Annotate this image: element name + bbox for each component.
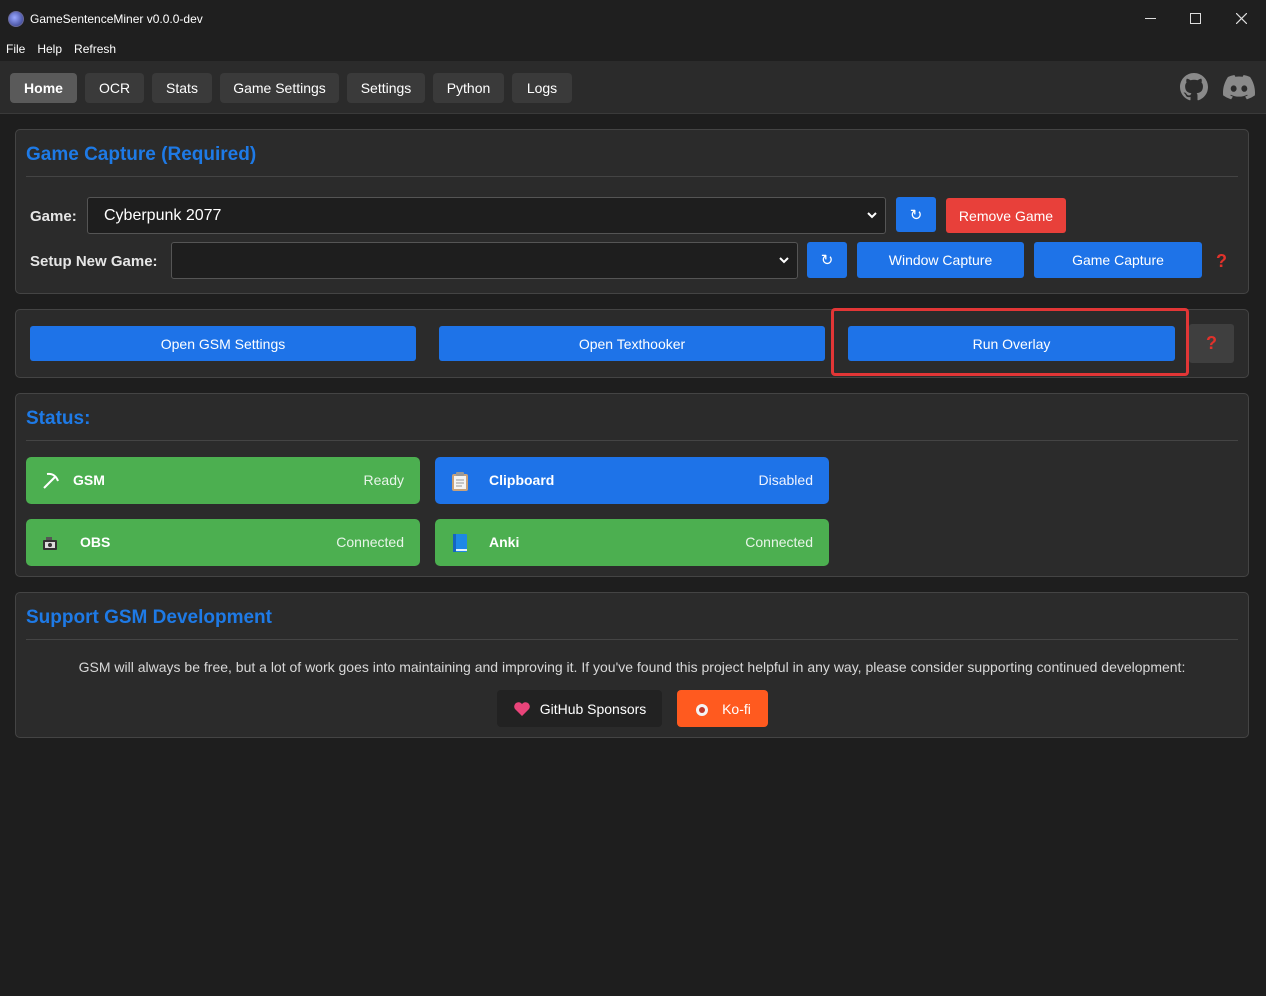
tab-game-settings[interactable]: Game Settings — [220, 73, 339, 103]
tab-settings[interactable]: Settings — [347, 73, 425, 103]
setup-new-game-label: Setup New Game: — [30, 253, 158, 270]
kofi-button[interactable]: Ko-fi — [677, 690, 768, 727]
game-capture-title: Game Capture (Required) — [26, 144, 257, 165]
heart-icon — [513, 701, 530, 716]
menu-help[interactable]: Help — [37, 42, 62, 56]
status-card-obs: OBS Connected — [26, 519, 420, 566]
divider — [26, 639, 1238, 640]
minimize-button[interactable] — [1127, 0, 1173, 37]
pickaxe-icon — [40, 470, 62, 492]
discord-icon[interactable] — [1222, 72, 1256, 102]
tab-logs[interactable]: Logs — [512, 73, 572, 103]
support-panel: Support GSM Development GSM will always … — [15, 592, 1249, 738]
chevron-down-icon — [779, 257, 789, 264]
status-card-gsm: GSM Ready — [26, 457, 420, 504]
game-capture-button[interactable]: Game Capture — [1034, 242, 1202, 278]
github-sponsors-label: GitHub Sponsors — [539, 700, 647, 717]
window-capture-button[interactable]: Window Capture — [857, 242, 1024, 278]
status-name: Clipboard — [489, 472, 555, 488]
tab-ocr[interactable]: OCR — [85, 73, 144, 103]
close-button[interactable] — [1218, 0, 1264, 37]
tab-python[interactable]: Python — [433, 73, 504, 103]
minimize-icon — [1144, 18, 1156, 19]
status-name: OBS — [80, 534, 111, 550]
window-title: GameSentenceMiner v0.0.0-dev — [30, 11, 203, 26]
status-title: Status: — [26, 408, 91, 429]
status-name: Anki — [489, 534, 520, 550]
game-label: Game: — [30, 208, 77, 225]
status-card-clipboard: Clipboard Disabled — [435, 457, 829, 504]
title-bar: GameSentenceMiner v0.0.0-dev — [0, 0, 1266, 37]
status-value: Ready — [363, 472, 404, 488]
github-sponsors-button[interactable]: GitHub Sponsors — [497, 690, 662, 727]
camera-icon — [40, 532, 62, 554]
status-value: Disabled — [758, 472, 813, 488]
status-value: Connected — [745, 534, 813, 550]
game-select[interactable]: Cyberpunk 2077 — [87, 197, 886, 234]
open-texthooker-button[interactable]: Open Texthooker — [439, 326, 825, 361]
divider — [26, 440, 1238, 441]
support-title: Support GSM Development — [26, 607, 272, 628]
status-card-anki: Anki Connected — [435, 519, 829, 566]
menu-file[interactable]: File — [6, 42, 25, 56]
chevron-down-icon — [867, 212, 877, 219]
status-name: GSM — [73, 472, 105, 488]
game-select-value: Cyberpunk 2077 — [104, 206, 222, 224]
support-text: GSM will always be free, but a lot of wo… — [78, 659, 1186, 675]
divider — [26, 176, 1238, 177]
tab-stats[interactable]: Stats — [152, 73, 212, 103]
maximize-icon — [1189, 13, 1201, 24]
maximize-button[interactable] — [1172, 0, 1218, 37]
overlay-help-button[interactable]: ? — [1189, 324, 1234, 363]
open-gsm-settings-button[interactable]: Open GSM Settings — [30, 326, 416, 361]
menu-bar: File Help Refresh — [0, 37, 1266, 61]
kofi-label: Ko-fi — [722, 700, 751, 717]
coffee-cup-icon — [696, 703, 709, 716]
book-icon — [449, 532, 471, 554]
app-icon — [8, 10, 24, 27]
refresh-game-button[interactable]: ↻ — [896, 197, 936, 232]
run-overlay-highlight — [831, 308, 1189, 376]
status-value: Connected — [336, 534, 404, 550]
setup-game-select[interactable] — [171, 242, 798, 279]
github-icon[interactable] — [1179, 72, 1209, 102]
close-icon — [1235, 13, 1247, 24]
remove-game-button[interactable]: Remove Game — [946, 198, 1066, 233]
tab-home[interactable]: Home — [10, 73, 77, 103]
tab-bar: Home OCR Stats Game Settings Settings Py… — [0, 61, 1266, 114]
help-icon[interactable]: ? — [1216, 251, 1227, 272]
clipboard-icon — [449, 470, 471, 492]
game-capture-panel: Game Capture (Required) Game: Cyberpunk … — [15, 129, 1249, 294]
refresh-setup-button[interactable]: ↻ — [807, 242, 847, 278]
menu-refresh[interactable]: Refresh — [74, 42, 116, 56]
status-panel: Status: GSM Ready Clipboard Disabled OBS… — [15, 393, 1249, 577]
